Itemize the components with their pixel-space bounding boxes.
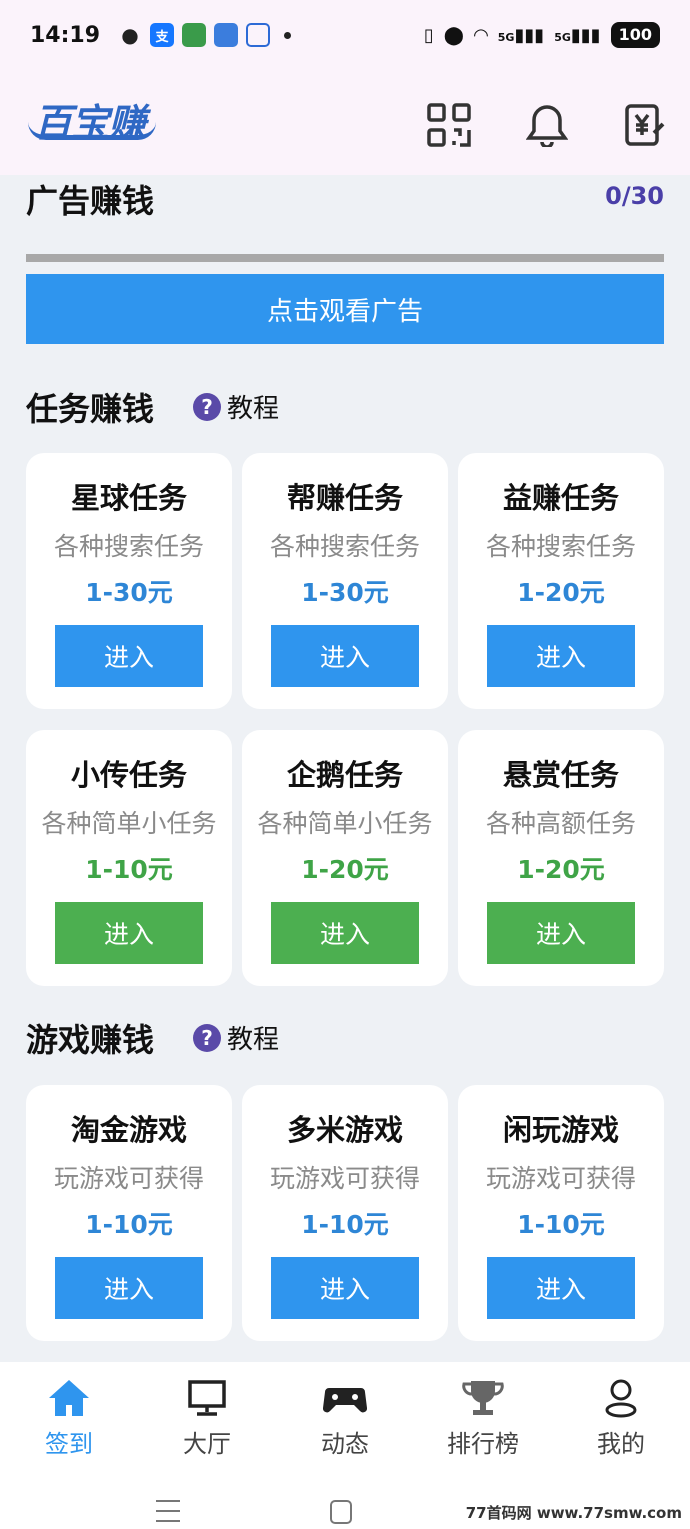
enter-button[interactable]: 进入 <box>55 902 203 964</box>
signal-1-icon: 5G▮▮▮ <box>497 24 545 46</box>
card-title: 多米游戏 <box>286 1113 403 1147</box>
card-subtitle: 各种搜索任务 <box>485 532 636 561</box>
game-card: 闲玩游戏玩游戏可获得 1-10元进入 <box>458 1085 664 1341</box>
nav-item-activity[interactable]: 动态 <box>276 1362 414 1470</box>
card-reward: 1-10元 <box>85 855 173 884</box>
card-reward: 1-10元 <box>301 1210 389 1239</box>
card-title: 帮赚任务 <box>286 481 403 515</box>
card-subtitle: 玩游戏可获得 <box>269 1164 420 1193</box>
enter-button[interactable]: 进入 <box>271 902 419 964</box>
monitor-icon <box>188 1380 226 1416</box>
home-button[interactable] <box>330 1500 352 1524</box>
card-reward: 1-20元 <box>301 855 389 884</box>
app-logo: 百宝赚 <box>28 92 168 145</box>
ad-counter: 0/30 <box>605 182 664 210</box>
nav-item-hall[interactable]: 大厅 <box>138 1362 276 1470</box>
game-card: 淘金游戏玩游戏可获得 1-10元进入 <box>26 1085 232 1341</box>
card-subtitle: 各种高额任务 <box>485 809 636 838</box>
header-actions <box>426 102 668 148</box>
enter-button[interactable]: 进入 <box>487 902 635 964</box>
card-reward: 1-20元 <box>517 578 605 607</box>
task-tutorial-link[interactable]: ? 教程 <box>193 388 279 425</box>
help-icon: ? <box>193 392 221 421</box>
game-tutorial-label: 教程 <box>227 1025 280 1055</box>
card-subtitle: 各种简单小任务 <box>257 809 433 838</box>
location-icon: ⬤ <box>443 24 464 46</box>
nav-item-ranking[interactable]: 排行榜 <box>414 1362 552 1470</box>
card-title: 企鹅任务 <box>286 758 403 792</box>
card-title: 悬赏任务 <box>502 758 619 792</box>
card-title: 小传任务 <box>70 758 187 792</box>
enter-button[interactable]: 进入 <box>487 625 635 687</box>
card-reward: 1-20元 <box>517 855 605 884</box>
ad-progress-bar <box>26 254 664 262</box>
ad-section-title: 广告赚钱 <box>26 182 155 220</box>
card-title: 闲玩游戏 <box>502 1113 619 1147</box>
task-card: 企鹅任务各种简单小任务 1-20元进入 <box>242 730 448 986</box>
trophy-icon <box>462 1381 504 1415</box>
logo-swoosh <box>28 122 156 140</box>
enter-button[interactable]: 进入 <box>271 625 419 687</box>
signal-2-icon: 5G▮▮▮ <box>554 24 601 46</box>
task-card: 益赚任务各种搜索任务 1-20元进入 <box>458 453 664 709</box>
help-icon: ? <box>193 1023 221 1052</box>
system-indicators: ▯ ⬤ ◠ 5G▮▮▮ 5G▮▮▮ 100 <box>424 22 660 48</box>
nav-item-checkin[interactable]: 签到 <box>0 1362 138 1470</box>
card-subtitle: 各种简单小任务 <box>41 809 217 838</box>
wallet-icon[interactable] <box>622 102 668 148</box>
task-section-title: 任务赚钱 <box>26 390 155 428</box>
status-bar: 14:19 ● 支 ▯ ⬤ ◠ 5G▮▮▮ 5G▮▮▮ 100 <box>0 0 690 70</box>
wechat-icon: ● <box>121 23 139 47</box>
battery-icon: 100 <box>610 22 660 48</box>
watermark: 77首码网 www.77smw.com <box>465 1504 682 1522</box>
card-subtitle: 各种搜索任务 <box>269 532 420 561</box>
game-tutorial-link[interactable]: ? 教程 <box>193 1019 279 1056</box>
notification-icons: ● 支 <box>118 23 292 47</box>
card-reward: 1-30元 <box>85 578 173 607</box>
user-icon <box>605 1379 637 1418</box>
nav-label: 大厅 <box>183 1430 231 1458</box>
gamepad-icon <box>323 1388 367 1413</box>
nav-label: 排行榜 <box>447 1430 519 1458</box>
task-card: 帮赚任务各种搜索任务 1-30元进入 <box>242 453 448 709</box>
card-title: 淘金游戏 <box>70 1113 187 1147</box>
task-tutorial-label: 教程 <box>227 394 280 424</box>
vibrate-icon: ▯ <box>423 24 434 46</box>
game-section-title: 游戏赚钱 <box>26 1021 155 1059</box>
recent-apps-button[interactable] <box>156 1500 180 1529</box>
task-card: 星球任务各种搜索任务 1-30元进入 <box>26 453 232 709</box>
nav-item-mine[interactable]: 我的 <box>552 1362 690 1470</box>
bell-icon[interactable] <box>524 102 570 148</box>
enter-button[interactable]: 进入 <box>487 1257 635 1319</box>
vpn-icon <box>246 23 271 47</box>
nav-label: 我的 <box>597 1430 645 1458</box>
enter-button[interactable]: 进入 <box>271 1257 419 1319</box>
enter-button[interactable]: 进入 <box>55 625 203 687</box>
card-reward: 1-10元 <box>517 1210 605 1239</box>
message-icon <box>214 23 239 47</box>
game-card: 多米游戏玩游戏可获得 1-10元进入 <box>242 1085 448 1341</box>
watch-ad-button[interactable]: 点击观看广告 <box>26 274 664 344</box>
card-subtitle: 各种搜索任务 <box>53 532 204 561</box>
card-subtitle: 玩游戏可获得 <box>485 1164 636 1193</box>
more-notifications-dot <box>284 31 292 39</box>
card-title: 星球任务 <box>70 481 187 515</box>
qr-code-icon[interactable] <box>426 102 472 148</box>
card-reward: 1-30元 <box>301 578 389 607</box>
status-time: 14:19 <box>30 22 101 48</box>
card-reward: 1-10元 <box>85 1210 173 1239</box>
card-subtitle: 玩游戏可获得 <box>53 1164 204 1193</box>
alipay-icon: 支 <box>150 23 175 47</box>
wifi-icon: ◠ <box>473 24 488 46</box>
task-card: 悬赏任务各种高额任务 1-20元进入 <box>458 730 664 986</box>
bottom-nav: 签到 大厅 动态 排行榜 我的 <box>0 1362 690 1470</box>
task-card: 小传任务各种简单小任务 1-10元进入 <box>26 730 232 986</box>
card-title: 益赚任务 <box>502 481 619 515</box>
app-header: 14:19 ● 支 ▯ ⬤ ◠ 5G▮▮▮ 5G▮▮▮ 100 百宝赚 <box>0 0 690 175</box>
app-icon <box>182 23 207 47</box>
home-icon <box>49 1380 89 1416</box>
nav-label: 动态 <box>321 1430 369 1458</box>
enter-button[interactable]: 进入 <box>55 1257 203 1319</box>
nav-label: 签到 <box>45 1430 93 1458</box>
